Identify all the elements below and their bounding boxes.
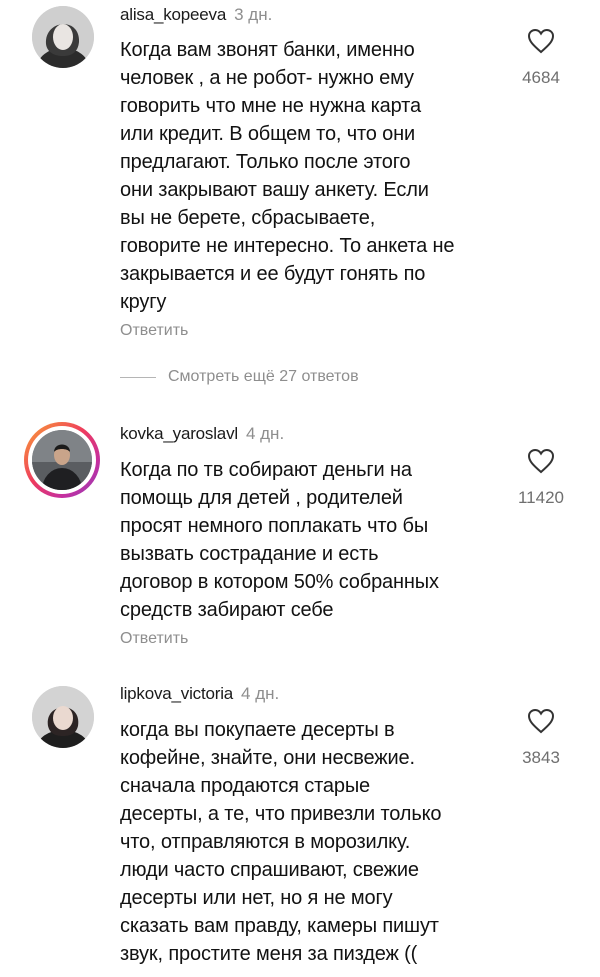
heart-outline-icon[interactable] <box>527 448 555 474</box>
avatar-photo-lipkova <box>32 686 94 748</box>
username[interactable]: alisa_kopeeva <box>120 5 226 24</box>
avatar[interactable] <box>32 6 94 68</box>
heart-outline-icon[interactable] <box>527 708 555 734</box>
avatar <box>28 426 96 494</box>
timestamp: 4 дн. <box>245 424 285 443</box>
timestamp: 3 дн. <box>234 5 273 24</box>
comment-header: alisa_kopeeva 3 дн. <box>120 5 272 25</box>
avatar-photo-kovka <box>32 430 92 490</box>
username[interactable]: kovka_yaroslavl <box>120 424 238 443</box>
avatar[interactable] <box>32 686 94 748</box>
reply-button[interactable]: Ответить <box>120 322 188 340</box>
comment-text: когда вы покупаете десерты в кофейне, зн… <box>120 719 442 965</box>
avatar-photo-alisa <box>32 6 94 68</box>
view-more-replies-button[interactable]: Смотреть ещё 27 ответов <box>120 368 359 386</box>
comment-kovka: kovka_yaroslavl 4 дн. Когда по тв собираю… <box>0 414 600 654</box>
timestamp: 4 дн. <box>241 684 280 703</box>
comment-header: kovka_yaroslavl 4 дн. <box>120 424 284 444</box>
like-control: 11420 <box>506 448 576 508</box>
comment-text: Когда вам звонят банки, именно человек ,… <box>120 39 455 313</box>
like-control: 4684 <box>506 28 576 88</box>
comment-text: Когда по тв собирают деньги на помощь дл… <box>120 459 439 621</box>
like-count: 11420 <box>517 488 564 507</box>
avatar-story-ring[interactable] <box>24 422 100 498</box>
heart-outline-icon[interactable] <box>527 28 555 54</box>
divider <box>120 376 156 378</box>
reply-button[interactable]: Ответить <box>120 630 188 648</box>
view-more-replies-label: Смотреть ещё 27 ответов <box>168 368 359 385</box>
comment-alisa: alisa_kopeeva 3 дн. Когда вам звонят банк… <box>0 0 600 350</box>
username[interactable]: lipkova_victoria <box>120 684 233 703</box>
like-count: 4684 <box>522 68 560 87</box>
comment-header: lipkova_victoria 4 дн. <box>120 684 279 704</box>
like-control: 3843 <box>506 708 576 768</box>
comment-lipkova: lipkova_victoria 4 дн. когда вы покупаете… <box>0 678 600 977</box>
like-count: 3843 <box>522 748 560 767</box>
